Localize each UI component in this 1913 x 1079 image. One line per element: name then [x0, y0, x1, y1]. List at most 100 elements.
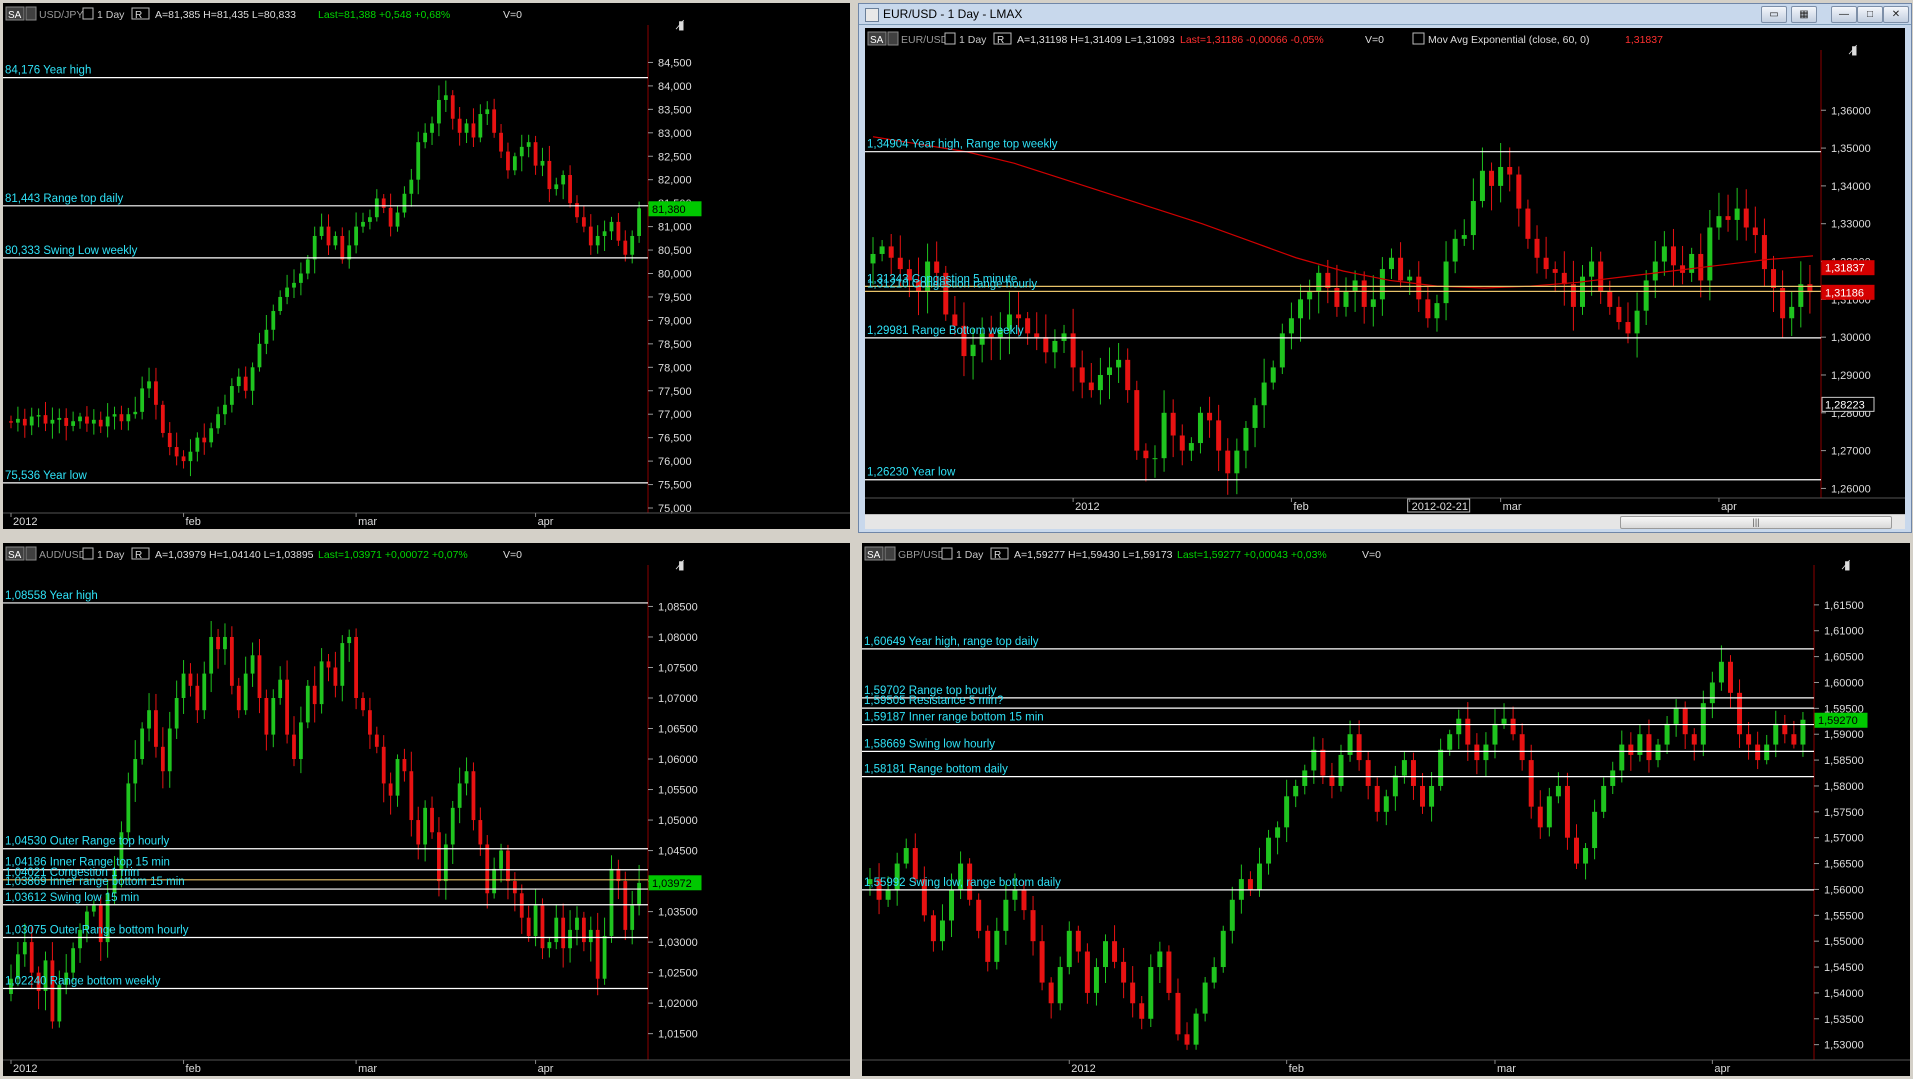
y-tick-label: 1,05500 [658, 785, 698, 797]
candle-body [1534, 238, 1540, 258]
horizontal-scrollbar[interactable]: ||| [865, 514, 1905, 529]
pin-icon[interactable]: ▮̸ [1842, 558, 1851, 572]
candle-body [478, 820, 483, 845]
price-tag-label: 1,28223 [1825, 399, 1865, 411]
candle-body [1116, 359, 1122, 368]
candle-body [154, 710, 158, 747]
close-icon[interactable] [1412, 32, 1425, 45]
candle-body [499, 132, 503, 152]
close-button[interactable]: ✕ [1883, 6, 1909, 23]
candle-body [1048, 982, 1054, 1004]
candle-body [1184, 1034, 1190, 1045]
candle-body [236, 376, 241, 387]
symbol-label: GBP/USD [898, 549, 946, 561]
chart-svg-eurusd[interactable]: 1,360001,350001,340001,330001,320001,310… [865, 28, 1905, 514]
ohlc-readout: A=1,31198 H=1,31409 L=1,31093 [1017, 34, 1175, 46]
bar-type-icon[interactable] [82, 7, 94, 20]
candle-body [78, 416, 82, 422]
candle-body [1461, 235, 1467, 239]
restore-button[interactable]: ▭ [1761, 6, 1787, 23]
candle-body [22, 942, 27, 955]
chart-pane-gbpusd[interactable]: 1,61500 1,61000 1,60500 1,60000 1,59500 1,590… [862, 543, 1910, 1076]
candle-body [1528, 760, 1534, 807]
chart-svg-audusd[interactable]: 1,08500 1,08000 1,07500 1,07000 1,06500 1,060… [3, 543, 850, 1076]
candle-body [416, 820, 421, 845]
maximize-button[interactable]: □ [1857, 6, 1883, 23]
y-tick-label: 1,58000 [1824, 781, 1864, 793]
scrollbar-thumb[interactable]: ||| [1620, 516, 1892, 529]
candle-body [443, 844, 448, 882]
candle-body [485, 109, 490, 115]
candle-body [561, 175, 566, 185]
y-tick-label: 1,27000 [1831, 446, 1871, 458]
candle-body [1193, 1013, 1199, 1045]
pin-icon[interactable]: ▮̸ [1849, 43, 1858, 57]
range-label[interactable]: R [997, 35, 1004, 46]
candle-body [464, 123, 469, 133]
candle-body [1143, 450, 1149, 459]
candle-body [457, 783, 462, 808]
sa-label[interactable]: SA [8, 10, 22, 21]
y-tick-label: 76,000 [658, 456, 692, 468]
chart-pane-usdjpy[interactable]: 84,50084,00083,50083,00082,50082,00081,5… [3, 3, 850, 529]
dropdown-icon[interactable] [25, 6, 37, 21]
candle-body [1148, 967, 1154, 1019]
pin-icon[interactable]: ▮̸ [676, 18, 685, 32]
candle-body [1157, 951, 1163, 968]
candle-body [1012, 889, 1018, 900]
candle-body [1320, 749, 1326, 776]
candle-body [1643, 280, 1649, 311]
candle-body [119, 414, 124, 422]
chart-svg-gbpusd[interactable]: 1,615001,610001,605001,600001,595001,590… [862, 543, 1910, 1076]
range-label[interactable]: R [135, 10, 142, 21]
candle-body [609, 221, 614, 232]
candle-body [443, 95, 448, 100]
dropdown-icon[interactable] [25, 546, 37, 561]
dropdown-icon[interactable] [884, 546, 896, 561]
candle-body [340, 235, 345, 260]
candle-body [540, 905, 545, 949]
sa-label[interactable]: SA [870, 35, 884, 46]
range-label[interactable]: R [135, 550, 142, 561]
dropdown-icon[interactable] [887, 31, 899, 46]
candle-body [1752, 227, 1758, 236]
candle-body [1646, 734, 1652, 761]
sa-label[interactable]: SA [867, 550, 881, 561]
chart-svg-usdjpy[interactable]: 84,50084,00083,50083,00082,50082,00081,5… [3, 3, 850, 529]
bar-type-icon[interactable] [944, 32, 956, 45]
candle-body [1709, 682, 1715, 704]
candle-body [29, 416, 34, 426]
chart-pane-audusd[interactable]: 1,08500 1,08000 1,07500 1,07000 1,06500 1,060… [3, 543, 850, 1076]
chart-window-eurusd[interactable]: EUR/USD - 1 Day - LMAX ▭ ▦ — □ ✕ 1,36000… [858, 3, 1912, 533]
candle-body [1288, 318, 1294, 334]
candle-body [368, 710, 372, 735]
candle-body [188, 451, 193, 462]
pin-icon[interactable]: ▮̸ [676, 558, 685, 572]
candle-body [243, 673, 248, 711]
window-titlebar[interactable]: EUR/USD - 1 Day - LMAX ▭ ▦ — □ ✕ [859, 4, 1911, 25]
candle-body [1388, 257, 1394, 270]
candle-body [216, 636, 220, 650]
candle-body [243, 376, 248, 391]
bar-type-icon[interactable] [941, 547, 953, 560]
chart-pane-eurusd[interactable]: 1,360001,350001,340001,330001,320001,310… [865, 28, 1905, 514]
candle-body [1691, 734, 1697, 745]
candle-body [1197, 412, 1203, 444]
candle-body [1275, 827, 1281, 838]
sa-label[interactable]: SA [8, 550, 22, 561]
candle-body [879, 246, 885, 254]
range-label[interactable]: R [994, 550, 1001, 561]
minimize-button[interactable]: — [1831, 6, 1857, 23]
candle-body [1293, 785, 1299, 797]
candle-body [1543, 257, 1549, 270]
y-tick-label: 1,53500 [1824, 1014, 1864, 1026]
candle-body [1416, 276, 1422, 300]
bar-type-icon[interactable] [82, 547, 94, 560]
y-tick-label: 1,55000 [1824, 936, 1864, 948]
candle-body [1798, 284, 1804, 307]
volume-readout: V=0 [503, 549, 522, 561]
candle-body [492, 109, 497, 133]
candle-body [250, 655, 255, 674]
candle-body [540, 160, 545, 166]
tile-button[interactable]: ▦ [1791, 6, 1817, 23]
